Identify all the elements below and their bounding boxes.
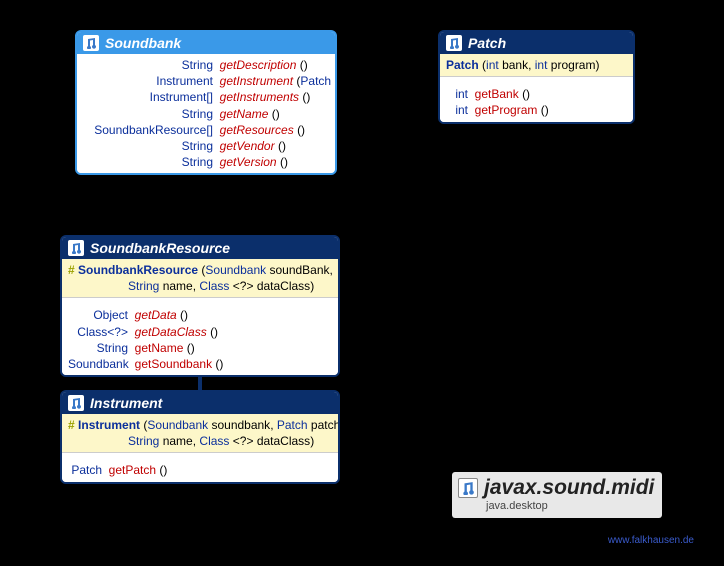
package-label: javax.sound.midi java.desktop bbox=[452, 472, 662, 518]
class-header: SoundbankResource bbox=[62, 237, 338, 259]
class-patch: Patch Patch (int bank, int program) int … bbox=[438, 30, 635, 124]
package-name: javax.sound.midi bbox=[484, 476, 654, 500]
method-row: String getVendor () bbox=[83, 138, 329, 154]
footer-link[interactable]: www.falkhausen.de bbox=[608, 535, 694, 546]
method-section: String getDescription () Instrument getI… bbox=[77, 54, 335, 173]
class-title: Soundbank bbox=[105, 35, 181, 51]
music-icon bbox=[83, 35, 99, 51]
constructor-section: # SoundbankResource (Soundbank soundBank… bbox=[62, 259, 338, 298]
method-row: Patch getPatch () bbox=[68, 462, 332, 478]
music-icon bbox=[458, 478, 478, 498]
class-header: Soundbank bbox=[77, 32, 335, 54]
method-section: int getBank () int getProgram () bbox=[440, 77, 633, 121]
method-row: Soundbank getSoundbank () bbox=[68, 356, 332, 372]
class-title: Instrument bbox=[90, 395, 162, 411]
constructor-section: Patch (int bank, int program) bbox=[440, 54, 633, 77]
class-soundbankresource: SoundbankResource # SoundbankResource (S… bbox=[60, 235, 340, 377]
method-section: Object getData () Class<?> getDataClass … bbox=[62, 298, 338, 375]
music-icon bbox=[68, 395, 84, 411]
package-module: java.desktop bbox=[486, 500, 654, 512]
method-section: Patch getPatch () bbox=[62, 453, 338, 481]
method-row: Object getData () bbox=[68, 307, 332, 323]
class-title: SoundbankResource bbox=[90, 240, 230, 256]
method-row: int getBank () bbox=[446, 86, 627, 102]
method-row: String getName () bbox=[68, 340, 332, 356]
class-instrument: Instrument # Instrument (Soundbank sound… bbox=[60, 390, 340, 484]
class-header: Patch bbox=[440, 32, 633, 54]
class-soundbank: Soundbank String getDescription () Instr… bbox=[75, 30, 337, 175]
class-title: Patch bbox=[468, 35, 506, 51]
constructor-row: # SoundbankResource (Soundbank soundBank… bbox=[68, 262, 332, 278]
method-row: String getDescription () bbox=[83, 57, 329, 73]
method-row: Instrument getInstrument (Patch patch) bbox=[83, 73, 329, 89]
constructor-section: # Instrument (Soundbank soundbank, Patch… bbox=[62, 414, 338, 453]
constructor-row: # Instrument (Soundbank soundbank, Patch… bbox=[68, 417, 332, 433]
music-icon bbox=[446, 35, 462, 51]
class-header: Instrument bbox=[62, 392, 338, 414]
method-row: String getName () bbox=[83, 106, 329, 122]
method-row: SoundbankResource[] getResources () bbox=[83, 122, 329, 138]
method-row: String getVersion () bbox=[83, 154, 329, 170]
method-row: Class<?> getDataClass () bbox=[68, 324, 332, 340]
method-row: Instrument[] getInstruments () bbox=[83, 89, 329, 105]
constructor-row-cont: String name, Class <?> dataClass) bbox=[68, 433, 332, 449]
method-row: int getProgram () bbox=[446, 102, 627, 118]
constructor-row-cont: String name, Class <?> dataClass) bbox=[68, 278, 332, 294]
constructor-row: Patch (int bank, int program) bbox=[446, 57, 627, 73]
music-icon bbox=[68, 240, 84, 256]
package-title: javax.sound.midi bbox=[458, 476, 654, 500]
